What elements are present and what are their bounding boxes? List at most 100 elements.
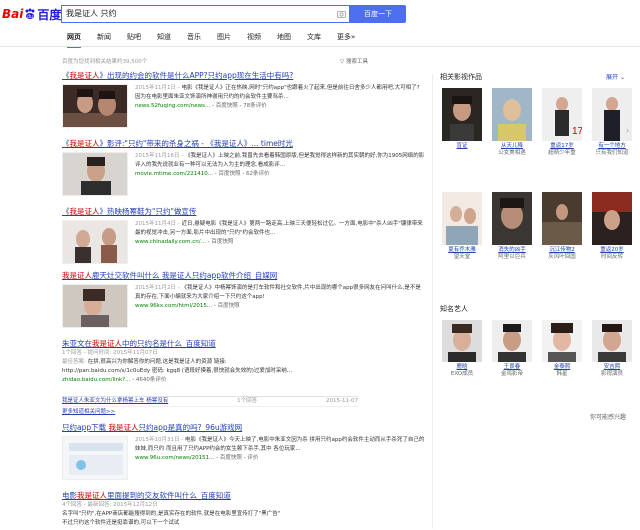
result-snippet: 2015年11月16日 - 《我是证人》上映之前,我曾先去看着韩国原版,但是我觉… <box>135 153 425 177</box>
snapshot-link[interactable]: 百度快照 <box>218 303 240 309</box>
movie-name: 消失的凶手 <box>498 247 526 253</box>
movie-card[interactable]: 消失的凶手 阿里以巨兵 <box>492 192 532 261</box>
chevron-down-icon: ⌄ <box>619 74 625 81</box>
result-url[interactable]: news.52fuqing.com/news... <box>135 103 210 109</box>
result-snippet: 2015年11月2日 - 《我是证人》中杨幂饰演的是打车软件和社交软件,片中出现… <box>135 285 421 309</box>
table-row[interactable]: 我是证人朱亚文为什么拿杨幂上车 杨幂没有 1个回答 2015-11-07 <box>62 397 358 407</box>
top-bar: Bai du 百度 我是证人 只约 百度一下 网页 新闻 贴吧 知道 音乐 图片… <box>0 0 640 48</box>
result-snippet: 4个回答 - 最新回答: 2015年12月12日 名字叫"只约",在APP商店都… <box>62 502 281 526</box>
funnel-icon: ▽ <box>340 59 345 65</box>
rating-link[interactable]: 62条评价 <box>246 171 270 177</box>
celebrity-name: 王景春 <box>503 364 521 370</box>
result-thumbnail[interactable] <box>62 220 128 264</box>
tab-music[interactable]: 音乐 <box>187 33 201 46</box>
feedback-link[interactable]: 你可能感兴趣 <box>590 412 626 421</box>
rating-link[interactable]: 78条评价 <box>243 103 267 109</box>
related-question-link[interactable]: 我是证人朱亚文为什么拿杨幂上车 杨幂没有 <box>62 397 168 406</box>
celebrity-card[interactable]: 安吉熙 影视演员 <box>592 320 632 378</box>
movie-name: 有一个地方 <box>598 143 626 149</box>
result-title[interactable]: 《我是证人》影评:"只约"带来的杀身之祸 - 《我是证人》... time时光 <box>62 138 432 149</box>
baidu-logo[interactable]: Bai du 百度 <box>2 5 61 23</box>
tab-video[interactable]: 视频 <box>247 33 261 46</box>
movie-name: 沉江传物2 <box>549 247 575 253</box>
movie-name: 盲证 <box>456 143 468 149</box>
celebrity-card[interactable]: 金泰熙 韩星 <box>542 320 582 378</box>
expand-link[interactable]: 展开 ⌄ <box>606 72 625 81</box>
tab-news[interactable]: 新闻 <box>97 33 111 46</box>
result-thumbnail[interactable] <box>62 84 128 128</box>
tab-images[interactable]: 图片 <box>217 33 231 46</box>
zhidao-related-table: 我是证人朱亚文为什么拿杨幂上车 杨幂没有 1个回答 2015-11-07 更多知… <box>62 396 358 415</box>
result-thumbnail[interactable] <box>62 152 128 196</box>
snapshot-link[interactable]: 百度快照 <box>219 171 241 177</box>
more-zhidao-link[interactable]: 更多知道相关问题>> <box>62 407 358 415</box>
result-item: 《我是证人》热映杨幂鞋为"只约"做宣传 2015年11月4日 - 近日,悬疑电影… <box>62 206 432 268</box>
result-url[interactable]: zhidao.baidu.com/link?... <box>62 377 130 383</box>
paw-icon: du <box>25 8 35 20</box>
movie-name: 重返17岁 <box>550 143 574 149</box>
chevron-right-icon[interactable]: › <box>626 126 634 136</box>
movie-card[interactable]: 重返20岁 时间反转 <box>592 192 632 261</box>
result-url[interactable]: www.96kx.com/html/2015... <box>135 303 212 309</box>
result-title[interactable]: 我是证人鹿天灶交软件叫什么 我是证人只约app软件介绍_自媒网 <box>62 270 432 281</box>
celebrity-name: 鹿晗 <box>456 364 468 370</box>
movie-card[interactable]: 夏有乔木雅 望天堂 <box>442 192 482 261</box>
result-snippet: 2015年11月4日 - 近日,悬疑电影《我是证人》第两一路走高,上映三天便轻松… <box>135 221 423 245</box>
result-title[interactable]: 《我是证人》热映杨幂鞋为"只约"做宣传 <box>62 206 432 217</box>
celebrities-title: 知名艺人 <box>440 305 468 313</box>
svg-text:du: du <box>28 14 34 20</box>
svg-text:17: 17 <box>572 126 582 137</box>
snapshot-link[interactable]: 百度快照 <box>216 103 238 109</box>
result-url[interactable]: www.96u.com/news/20151... <box>135 455 214 461</box>
result-snippet: 2015年10月31日 - 电影《我是证人》今天上映了,电影中朱亚文因为杀 拼用… <box>135 437 425 461</box>
movie-card[interactable]: 17 重返17岁 超萌少年重 <box>542 88 582 157</box>
movie-card[interactable]: 沉江传物2 灰风叶回国 <box>542 192 582 261</box>
search-box[interactable]: 我是证人 只约 <box>61 5 350 23</box>
celebrity-card[interactable]: 王景春 金鸡影帝 <box>492 320 532 378</box>
movie-card[interactable]: 从天儿降 公女美相遇 <box>492 88 532 157</box>
celebrity-name: 金泰熙 <box>553 364 571 370</box>
search-tools-button[interactable]: ▽ 搜索工具 <box>340 57 368 65</box>
logo-text-left: Bai <box>2 7 24 21</box>
rating-link[interactable]: 评价 <box>247 455 258 461</box>
result-item: 《我是证人》出现的约会的软件是什么APP?只约app现在生活中有吗? 2015年… <box>62 70 432 132</box>
tabs-divider <box>0 46 640 47</box>
column-divider <box>432 74 433 529</box>
result-item: 《我是证人》影评:"只约"带来的杀身之祸 - 《我是证人》... time时光 … <box>62 138 432 200</box>
tab-more[interactable]: 更多» <box>337 33 355 46</box>
tab-wenku[interactable]: 文库 <box>307 33 321 46</box>
result-thumbnail[interactable] <box>62 436 128 480</box>
movie-name: 从天儿降 <box>500 143 523 149</box>
snapshot-link[interactable]: 百度快照 <box>220 455 242 461</box>
result-thumbnail[interactable] <box>62 284 128 328</box>
zhidao-result: 朱亚文在我是证人中的只约名是什么_百度知道 1个回答 - 提问时间: 2015年… <box>62 338 432 415</box>
movie-name: 重返20岁 <box>600 247 624 253</box>
tab-tieba[interactable]: 贴吧 <box>127 33 141 46</box>
tab-map[interactable]: 地图 <box>277 33 291 46</box>
result-title[interactable]: 《我是证人》出现的约会的软件是什么APP?只约app现在生活中有吗? <box>62 70 432 81</box>
result-item: 我是证人鹿天灶交软件叫什么 我是证人只约app软件介绍_自媒网 2015年11月… <box>62 270 432 332</box>
result-url[interactable]: movie.mtime.com/221410... <box>135 171 213 177</box>
result-url[interactable]: www.chinadaily.com.cn/... <box>135 239 206 245</box>
result-item: 电影我是证人里面提到的交友软件叫什么_百度知道 4个回答 - 最新回答: 201… <box>62 490 432 530</box>
movie-card[interactable]: 有一个地方 只有我们知道 <box>592 88 632 157</box>
result-title[interactable]: 只约app下载 我是证人只约app是真的吗?_96u游戏网 <box>62 422 432 433</box>
result-snippet: 2015年11月1日 - 电影《我是证人》正在热映,网时"只约app"也跟着火了… <box>135 85 420 109</box>
result-count: 百度为您找到相关结果约39,500个 <box>62 59 148 65</box>
tab-zhidao[interactable]: 知道 <box>157 33 171 46</box>
related-works-title: 相关影视作品 <box>440 73 482 81</box>
search-button[interactable]: 百度一下 <box>350 5 406 23</box>
logo-text-right: 百度 <box>37 7 62 22</box>
zhidao-meta: 1个回答 - 提问时间: 2015年11月07日 最佳答案: 在拼,很高兴为你解… <box>62 350 293 383</box>
result-title[interactable]: 朱亚文在我是证人中的只约名是什么_百度知道 <box>62 338 432 349</box>
search-tools-label: 搜索工具 <box>345 59 368 65</box>
camera-icon[interactable] <box>337 10 346 18</box>
result-item: 只约app下载 我是证人只约app是真的吗?_96u游戏网 2015年10月31… <box>62 422 432 484</box>
snapshot-link[interactable]: 百度快照 <box>211 239 233 245</box>
movie-card[interactable]: 盲证 <box>442 88 482 150</box>
search-input[interactable]: 我是证人 只约 <box>66 8 117 20</box>
celebrity-card[interactable]: 鹿晗 EXO成员 <box>442 320 482 378</box>
result-title[interactable]: 电影我是证人里面提到的交友软件叫什么_百度知道 <box>62 490 432 501</box>
celebrity-name: 安吉熙 <box>603 364 621 370</box>
rating-link[interactable]: 4640条评价 <box>136 377 167 383</box>
